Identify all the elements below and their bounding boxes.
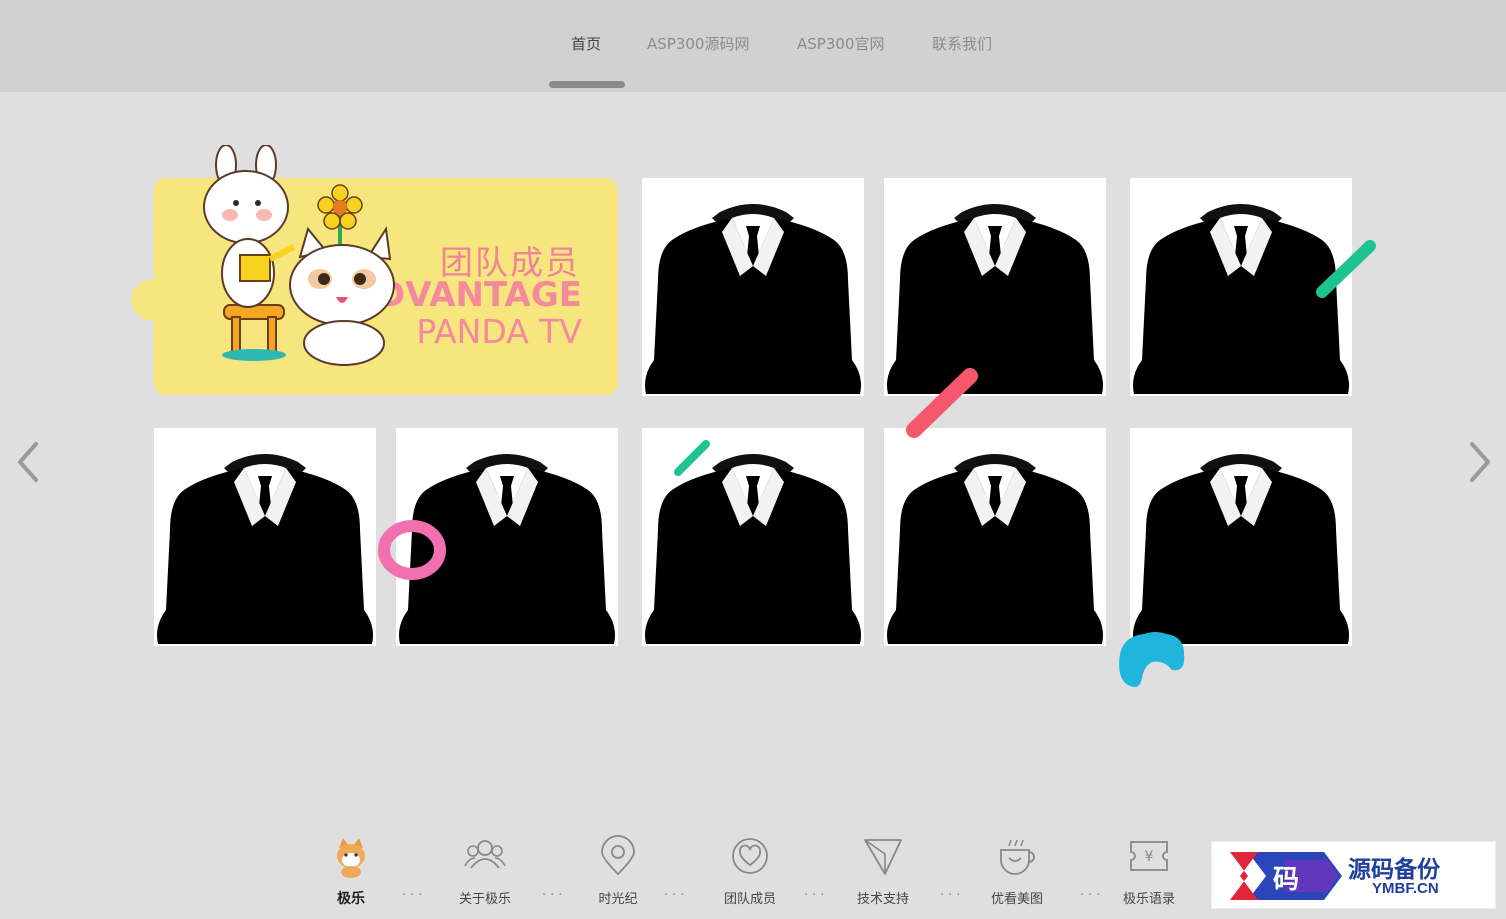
- nav-item-asp300-official[interactable]: ASP300官网: [797, 33, 884, 54]
- footer-item-jile[interactable]: 极乐: [306, 834, 396, 914]
- footer-label: 关于极乐: [458, 892, 511, 907]
- footer-label: 极乐: [337, 891, 365, 907]
- people-group-icon: [464, 840, 506, 869]
- footer-label: 团队成员: [723, 892, 776, 907]
- nav-item-asp300-source[interactable]: ASP300源码网: [647, 33, 749, 54]
- suit-silhouette-icon: [887, 454, 1103, 644]
- footer-item-support[interactable]: 技术支持: [838, 834, 928, 914]
- suit-silhouette-icon: [157, 454, 373, 644]
- team-member-card[interactable]: [642, 178, 864, 396]
- footer-label: 技术支持: [856, 892, 909, 907]
- ymbf-watermark-logo: 码 源码备份 YMBF.CN: [1211, 841, 1496, 909]
- footer-separator: ···: [402, 888, 427, 903]
- gamepad-icon: [1119, 632, 1185, 687]
- main-nav: 首页 ASP300源码网 ASP300官网 联系我们: [0, 33, 1506, 57]
- footer-label: 极乐语录: [1122, 892, 1175, 907]
- team-member-card[interactable]: [154, 428, 376, 646]
- nav-item-home[interactable]: 首页: [571, 33, 601, 54]
- location-pin-icon: [601, 835, 635, 876]
- top-navigation-bar: 首页 ASP300源码网 ASP300官网 联系我们: [0, 0, 1506, 92]
- watermark-text-cn: 源码备份: [1348, 856, 1440, 883]
- footer-item-about[interactable]: 关于极乐: [440, 834, 530, 914]
- team-member-card[interactable]: [1130, 428, 1352, 646]
- carousel-next-arrow-icon[interactable]: [1464, 440, 1494, 484]
- ymbf-logo-mark-icon: 码: [1230, 852, 1342, 900]
- green-stick-small-decoration: [674, 440, 710, 476]
- green-stick-decoration: [1316, 240, 1376, 298]
- footer-separator: ···: [664, 888, 689, 903]
- shiba-dog-icon: [337, 838, 365, 878]
- bunny-dog-mascot-icon: [203, 145, 395, 366]
- footer-item-gallery[interactable]: 优看美图: [972, 834, 1062, 914]
- team-member-card[interactable]: [884, 428, 1106, 646]
- footer-item-timeline[interactable]: 时光纪: [573, 834, 663, 914]
- svg-text:¥: ¥: [1145, 849, 1154, 865]
- footer-label: 优看美图: [990, 892, 1043, 907]
- pink-ring-decoration: [378, 520, 446, 580]
- carousel-prev-arrow-icon[interactable]: [14, 440, 44, 484]
- ticket-yuan-icon: ¥: [1130, 841, 1168, 871]
- heart-circle-icon: [732, 838, 768, 874]
- footer-item-team[interactable]: 团队成员: [705, 834, 795, 914]
- footer-separator: ···: [804, 888, 829, 903]
- footer-label: 时光纪: [598, 892, 638, 907]
- suit-silhouette-icon: [645, 204, 861, 394]
- footer-separator: ···: [1080, 888, 1105, 903]
- logo-char: 码: [1273, 865, 1299, 895]
- banner-subtitle: PANDA TV: [416, 312, 582, 351]
- pink-stick-decoration: [906, 368, 978, 438]
- suit-silhouette-icon: [1133, 454, 1349, 644]
- footer-separator: ···: [542, 888, 567, 903]
- watermark-text-en: YMBF.CN: [1372, 880, 1439, 897]
- footer-item-quotes[interactable]: ¥ 极乐语录: [1104, 834, 1194, 914]
- active-nav-indicator: [549, 81, 625, 88]
- footer-separator: ···: [940, 888, 965, 903]
- coffee-cup-icon: [1000, 839, 1035, 875]
- nav-item-contact[interactable]: 联系我们: [932, 33, 992, 54]
- paper-plane-icon: [864, 839, 902, 875]
